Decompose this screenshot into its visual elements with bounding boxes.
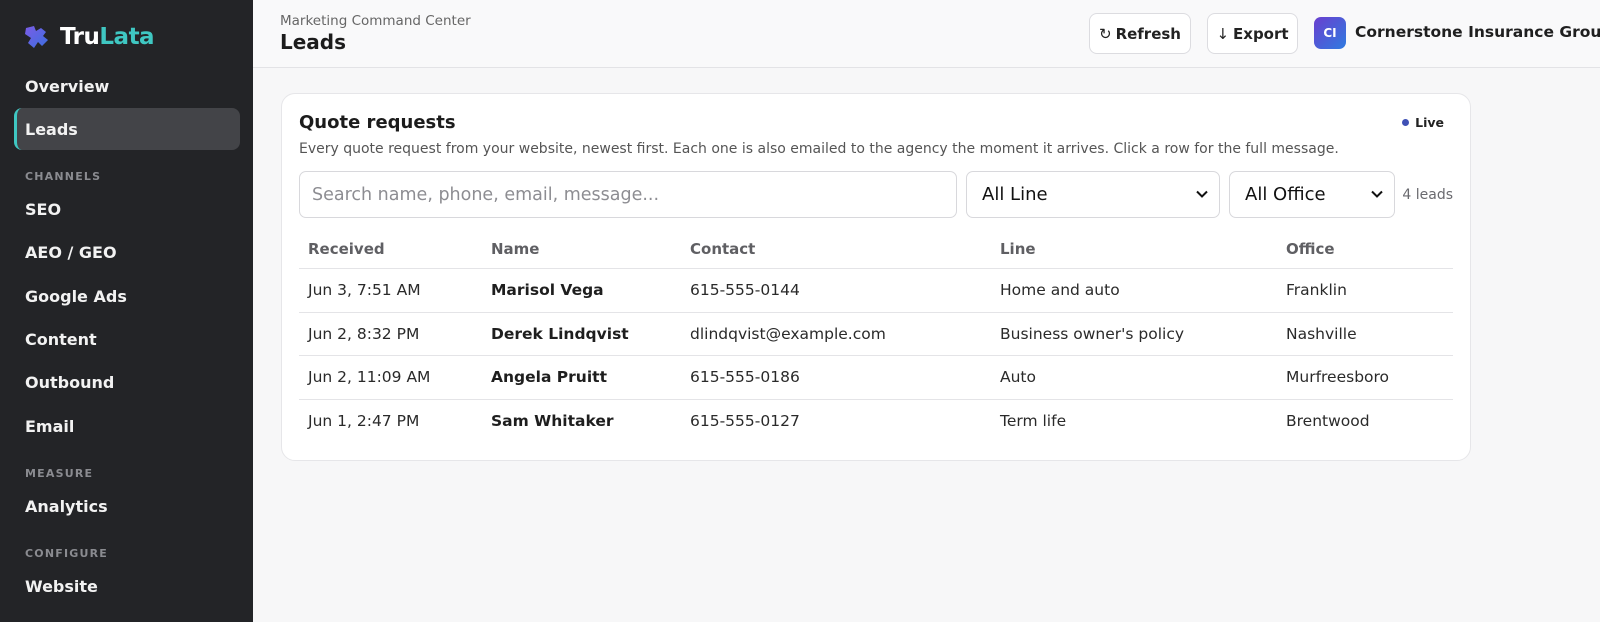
top-header: Marketing Command Center Leads ↻ Refresh… [253, 0, 1600, 68]
section-heading-configure: CONFIGURE [25, 547, 108, 560]
table-row[interactable]: Jun 2, 11:09 AM Angela Pruitt 615-555-01… [299, 356, 1453, 400]
arrow-down-icon: ↓ [1216, 24, 1230, 43]
sidebar-item-label: Email [25, 416, 75, 436]
export-button-label: Export [1233, 24, 1289, 43]
live-label: Live [1415, 115, 1444, 130]
card-title: Quote requests [299, 112, 456, 133]
sidebar-item-label: Overview [25, 76, 110, 96]
card-description: Every quote request from your website, n… [299, 141, 1339, 157]
cell-name: Marisol Vega [491, 281, 604, 300]
sidebar-item-label: AEO / GEO [25, 242, 117, 262]
live-dot-icon [1402, 119, 1410, 126]
refresh-icon: ↻ [1098, 24, 1112, 43]
sidebar-item-outbound[interactable]: Outbound [14, 361, 240, 403]
sidebar-item-email[interactable]: Email [14, 405, 240, 447]
cell-received: Jun 3, 7:51 AM [308, 281, 421, 300]
search-input[interactable] [299, 171, 957, 218]
brand-name-part1: Tru [60, 24, 100, 50]
chevron-down-icon [1196, 190, 1208, 198]
refresh-button[interactable]: ↻ Refresh [1089, 13, 1191, 54]
cell-office: Murfreesboro [1286, 368, 1390, 387]
office-filter-select[interactable]: All Office [1229, 171, 1395, 218]
sidebar-item-seo[interactable]: SEO [14, 188, 240, 230]
sidebar-item-google-ads[interactable]: Google Ads [14, 275, 240, 317]
cell-name: Sam Whitaker [491, 412, 614, 431]
sidebar-item-leads[interactable]: Leads [14, 108, 240, 150]
line-filter-value: All Line [982, 184, 1048, 205]
sidebar: TruLata Overview Leads CHANNELS SEO AEO … [0, 0, 253, 622]
sidebar-item-label: SEO [25, 199, 62, 219]
cell-office: Franklin [1286, 281, 1347, 300]
cell-line: Term life [1000, 412, 1067, 431]
cell-contact: dlindqvist@example.com [690, 324, 886, 343]
cell-line: Business owner's policy [1000, 324, 1185, 343]
section-heading-measure: MEASURE [25, 467, 94, 480]
cell-office: Nashville [1286, 324, 1357, 343]
live-indicator: Live [1402, 115, 1444, 130]
leads-table: Received Name Contact Line Office Jun 3,… [299, 229, 1453, 443]
sidebar-item-website[interactable]: Website [14, 565, 240, 607]
column-header-contact[interactable]: Contact [690, 229, 755, 268]
sidebar-item-label: Outbound [25, 372, 115, 392]
cell-received: Jun 1, 2:47 PM [308, 412, 420, 431]
export-button[interactable]: ↓ Export [1207, 13, 1298, 54]
sidebar-item-overview[interactable]: Overview [14, 65, 240, 107]
cell-contact: 615-555-0127 [690, 412, 800, 431]
line-filter-select[interactable]: All Line [966, 171, 1220, 218]
lead-count: 4 leads [1402, 187, 1453, 203]
cell-line: Home and auto [1000, 281, 1120, 300]
sidebar-item-content[interactable]: Content [14, 318, 240, 360]
section-heading-channels: CHANNELS [25, 170, 102, 183]
sidebar-item-label: Content [25, 329, 97, 349]
cell-name: Derek Lindqvist [491, 324, 629, 343]
brand-name-part2: Lata [99, 24, 155, 50]
cell-received: Jun 2, 8:32 PM [308, 324, 420, 343]
refresh-button-label: Refresh [1115, 24, 1181, 43]
table-row[interactable]: Jun 3, 7:51 AM Marisol Vega 615-555-0144… [299, 269, 1453, 313]
chevron-down-icon [1371, 190, 1383, 198]
cell-office: Brentwood [1286, 412, 1370, 431]
column-header-line[interactable]: Line [1000, 229, 1036, 268]
column-header-name[interactable]: Name [491, 229, 539, 268]
org-avatar[interactable]: CI [1314, 17, 1346, 49]
brand-logo[interactable]: TruLata [22, 20, 155, 54]
cell-line: Auto [1000, 368, 1036, 387]
breadcrumb: Marketing Command Center [280, 13, 471, 29]
cell-contact: 615-555-0144 [690, 281, 800, 300]
sidebar-item-aeo-geo[interactable]: AEO / GEO [14, 231, 240, 273]
sidebar-item-analytics[interactable]: Analytics [14, 485, 240, 527]
cell-received: Jun 2, 11:09 AM [308, 368, 431, 387]
brand-name: TruLata [60, 24, 155, 50]
table-row[interactable]: Jun 1, 2:47 PM Sam Whitaker 615-555-0127… [299, 400, 1453, 444]
sidebar-item-label: Leads [25, 119, 78, 139]
cell-contact: 615-555-0186 [690, 368, 800, 387]
office-filter-value: All Office [1245, 184, 1326, 205]
cell-name: Angela Pruitt [491, 368, 607, 387]
table-row[interactable]: Jun 2, 8:32 PM Derek Lindqvist dlindqvis… [299, 313, 1453, 356]
org-name[interactable]: Cornerstone Insurance Group [1355, 23, 1600, 41]
quote-requests-card: Quote requests Live Every quote request … [281, 93, 1471, 461]
page-title: Leads [280, 30, 347, 54]
column-header-office[interactable]: Office [1286, 229, 1335, 268]
table-header-row: Received Name Contact Line Office [299, 229, 1453, 269]
sidebar-item-label: Website [25, 576, 98, 596]
sidebar-item-label: Analytics [25, 496, 108, 516]
column-header-received[interactable]: Received [308, 229, 385, 268]
sidebar-item-label: Google Ads [25, 286, 127, 306]
puzzle-logo-icon [25, 26, 48, 48]
